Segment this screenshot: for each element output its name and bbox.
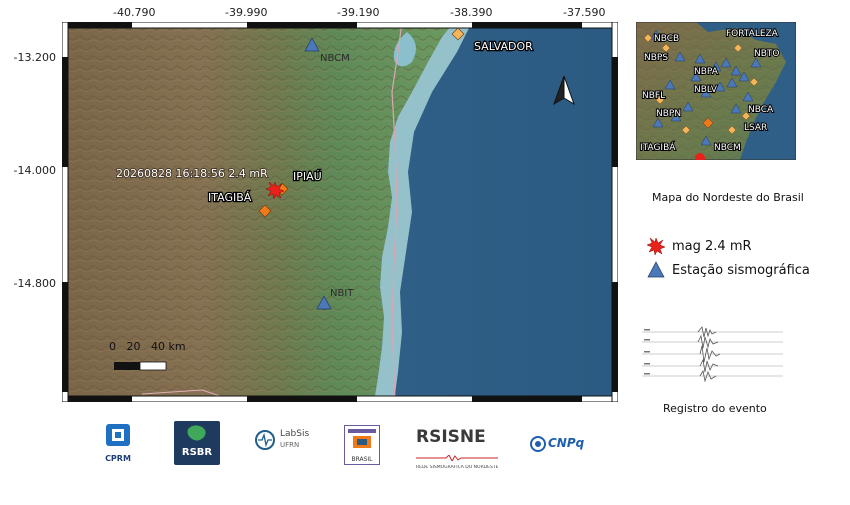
inset-fortaleza-label: FORTALEZA bbox=[726, 29, 779, 39]
salvador-label: SALVADOR bbox=[474, 40, 533, 53]
cprm-emblem-icon bbox=[106, 424, 130, 446]
itagiba-label: ITAGIBÁ bbox=[208, 191, 252, 204]
legend-triangle-icon bbox=[647, 261, 665, 278]
inset-nblv-label: NBLV bbox=[694, 85, 718, 95]
rsisne-logo-text: RSISNE bbox=[416, 427, 486, 447]
cprm-logo: CPRM bbox=[96, 422, 140, 466]
lon-tick-2: -39.990 bbox=[225, 6, 268, 19]
inset-caption: Mapa do Nordeste do Brasil bbox=[652, 191, 804, 204]
lon-tick-1: -40.790 bbox=[113, 6, 156, 19]
inset-nbpn-label: NBPN bbox=[656, 109, 681, 119]
rsbr-map-icon bbox=[187, 425, 206, 441]
ipiau-label: IPIAÚ bbox=[293, 170, 322, 183]
inset-itagiba-label: ITAGIBÁ bbox=[640, 141, 676, 153]
map-frame-right bbox=[611, 22, 618, 402]
legend: mag 2.4 mR Estação sismográfica bbox=[646, 236, 826, 281]
station-nbcm-label: NBCM bbox=[320, 53, 350, 64]
inset-nbca-label: NBCA bbox=[748, 105, 774, 115]
inset-lsar-label: LSAR bbox=[744, 123, 767, 133]
map-frame-left bbox=[62, 22, 69, 402]
rsbr-logo-text: RSBR bbox=[181, 447, 213, 458]
labsis-logo: LabSis UFRN bbox=[254, 427, 314, 457]
inset-nbpa-label: NBPA bbox=[694, 67, 719, 77]
map-frame-top bbox=[62, 22, 618, 29]
event-label: 20260828 16:18:56 2.4 mR bbox=[116, 167, 268, 180]
station-nbit-label: NBIT bbox=[330, 288, 354, 299]
legend-station-row: Estação sismográfica bbox=[646, 259, 826, 281]
brasil-logo: BRASIL bbox=[344, 425, 380, 465]
cnpq-logo-text: CNPq bbox=[548, 436, 585, 450]
inset-nbps-label: NBPS bbox=[644, 53, 668, 63]
rsisne-logo-subtext: REDE SISMOGRÁFICA DO NORDESTE DO BRASIL bbox=[416, 465, 498, 470]
labsis-logo-subtext: UFRN bbox=[280, 441, 300, 449]
brasil-emblem-icon bbox=[348, 429, 376, 448]
cprm-logo-text: CPRM bbox=[105, 454, 131, 463]
rsisne-wave-icon bbox=[416, 454, 498, 463]
rsbr-logo: RSBR bbox=[174, 421, 220, 465]
inset-nbto-label: NBTO bbox=[754, 49, 780, 59]
lat-tick-3: -14.800 bbox=[13, 277, 56, 290]
inset-nbcb-label: NBCB bbox=[654, 34, 679, 44]
legend-event-label: mag 2.4 mR bbox=[672, 238, 752, 254]
lat-tick-1: -13.200 bbox=[13, 51, 56, 64]
main-map[interactable]: SALVADOR NBCM NBIT 20260828 16:18:56 2.4… bbox=[62, 22, 618, 402]
brasil-logo-text: BRASIL bbox=[351, 456, 373, 463]
scale-bar bbox=[114, 361, 167, 371]
lon-tick-4: -38.390 bbox=[450, 6, 493, 19]
lon-tick-3: -39.190 bbox=[337, 6, 380, 19]
seismogram-thumbnail[interactable] bbox=[640, 326, 785, 382]
lon-tick-5: -37.590 bbox=[563, 6, 606, 19]
labsis-emblem-icon bbox=[255, 430, 275, 450]
inset-nbfl-label: NBFL bbox=[642, 91, 665, 101]
inset-map[interactable]: FORTALEZA NBCB NBPS NBPA NBTO NBFL NBLV … bbox=[636, 22, 796, 160]
legend-station-label: Estação sismográfica bbox=[672, 262, 810, 278]
inset-nbcm-label: NBCM bbox=[714, 143, 741, 153]
seismogram-caption: Registro do evento bbox=[663, 402, 767, 415]
map-frame-bottom bbox=[62, 395, 618, 402]
cnpq-logo: CNPq bbox=[530, 434, 590, 456]
labsis-logo-text: LabSis bbox=[280, 429, 310, 439]
scale-bar-label: 0 20 40 km bbox=[109, 340, 186, 353]
legend-event-row: mag 2.4 mR bbox=[646, 236, 826, 256]
lat-tick-2: -14.000 bbox=[13, 164, 56, 177]
legend-star-icon bbox=[646, 237, 666, 256]
rsisne-logo: RSISNE REDE SISMOGRÁFICA DO NORDESTE DO … bbox=[416, 427, 498, 470]
cnpq-emblem-icon bbox=[530, 436, 546, 452]
